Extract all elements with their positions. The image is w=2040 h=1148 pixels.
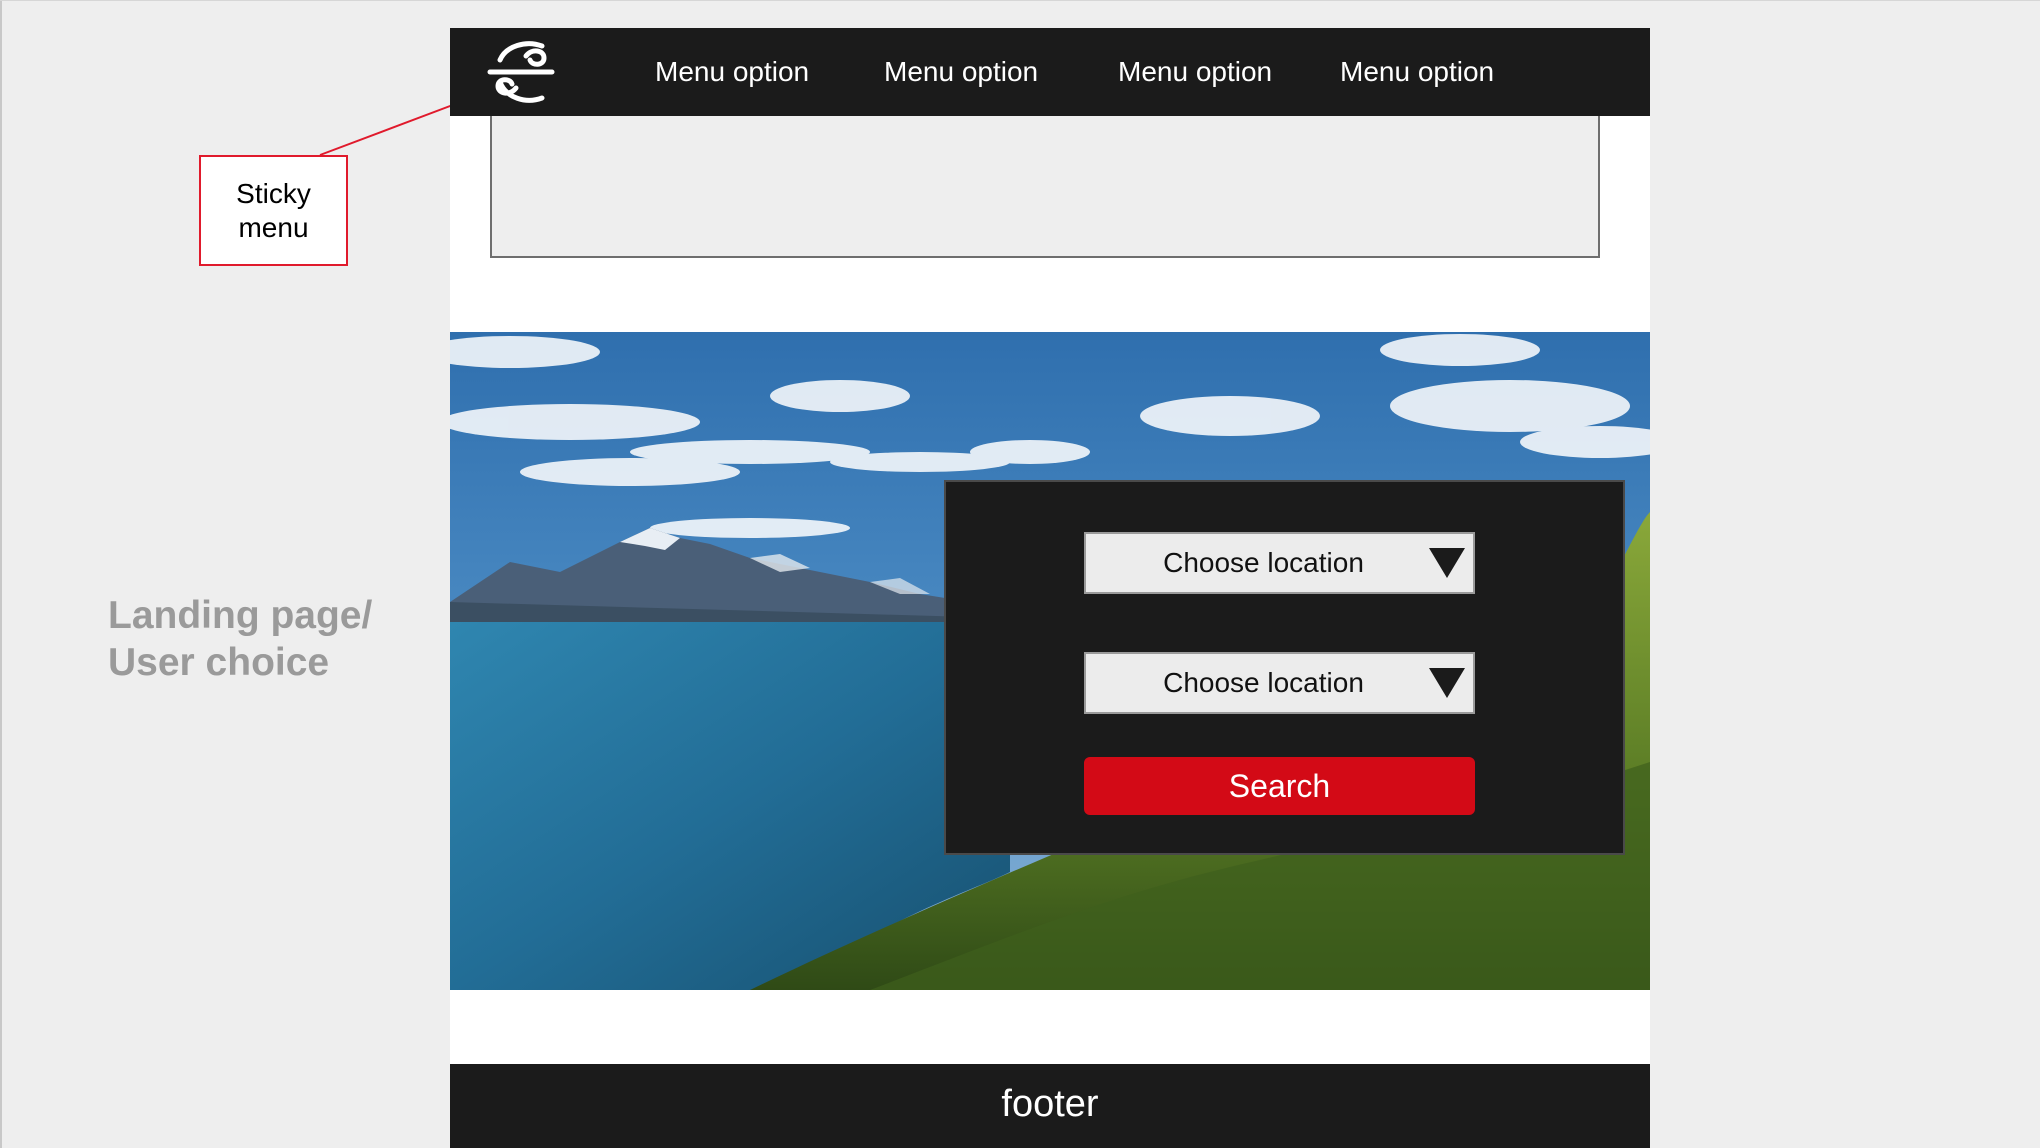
menu-option-4[interactable]: Menu option [1340,28,1494,116]
page-wireframe: Menu option Menu option Menu option Menu… [450,28,1650,1148]
menu-option-1[interactable]: Menu option [655,28,809,116]
canvas-left-edge [0,0,2,1148]
from-location-select[interactable]: Choose location [1084,532,1475,594]
sticky-menu-annotation: Sticky menu [199,155,348,266]
menu-option-3[interactable]: Menu option [1118,28,1272,116]
canvas-top-edge [0,0,2040,1]
dropdown-arrow-icon [1429,548,1465,578]
hero-image: Choose location Choose location Search [450,332,1650,990]
footer: footer [450,1064,1650,1148]
to-location-value: Choose location [1163,667,1364,698]
menu-option-2[interactable]: Menu option [884,28,1038,116]
sticky-navbar: Menu option Menu option Menu option Menu… [450,28,1650,116]
dropdown-arrow-icon [1429,668,1465,698]
search-panel: Choose location Choose location Search [944,480,1625,855]
sticky-menu-annotation-text: Sticky menu [236,177,311,243]
footer-label: footer [1001,1083,1099,1125]
to-location-select[interactable]: Choose location [1084,652,1475,714]
banner-placeholder [490,116,1600,258]
search-button[interactable]: Search [1084,757,1475,815]
landing-page-label: Landing page/ User choice [108,594,373,684]
from-location-value: Choose location [1163,547,1364,578]
koru-logo-icon[interactable] [486,36,556,108]
